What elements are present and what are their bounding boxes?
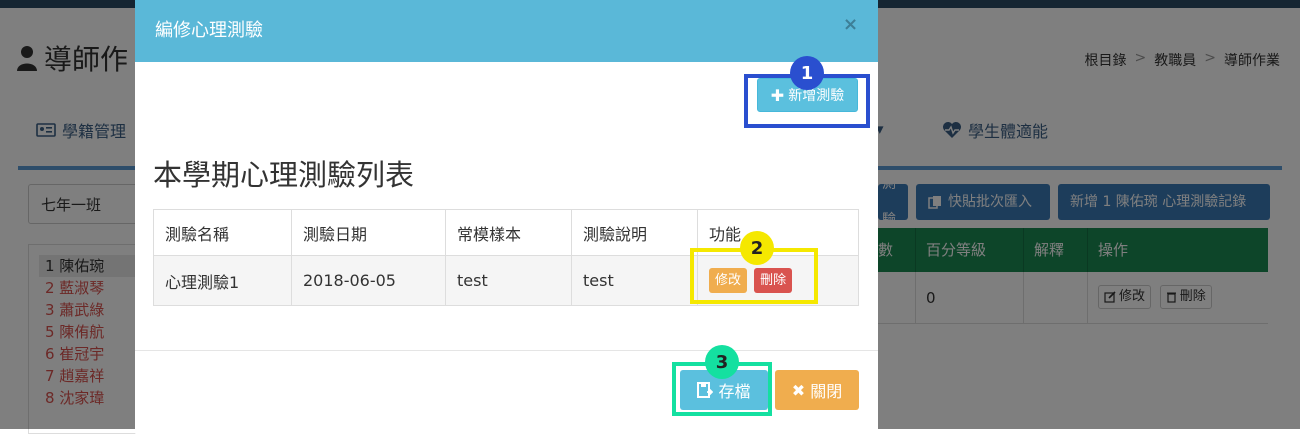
close-icon[interactable]: × xyxy=(843,14,858,35)
modal-title: 編修心理測驗 xyxy=(155,20,263,41)
step-badge-3: 3 xyxy=(705,345,739,379)
section-heading: 本學期心理測驗列表 xyxy=(153,158,415,192)
step-badge-1: 1 xyxy=(790,56,824,90)
x-icon: ✖ xyxy=(791,380,806,400)
table-cell: 2018-06-05 xyxy=(291,255,446,306)
close-button[interactable]: ✖ 關閉 xyxy=(775,370,859,410)
button-label: 關閉 xyxy=(810,382,843,401)
column-header: 測驗說明 xyxy=(571,209,698,256)
table-cell: 心理測驗1 xyxy=(153,255,292,306)
column-header: 測驗日期 xyxy=(291,209,446,256)
step-badge-2: 2 xyxy=(740,231,774,265)
table-cell: test xyxy=(445,255,572,306)
column-header: 測驗名稱 xyxy=(153,209,292,256)
column-header: 常模樣本 xyxy=(445,209,572,256)
table-cell: test xyxy=(571,255,698,306)
modal-footer-divider xyxy=(135,350,878,351)
